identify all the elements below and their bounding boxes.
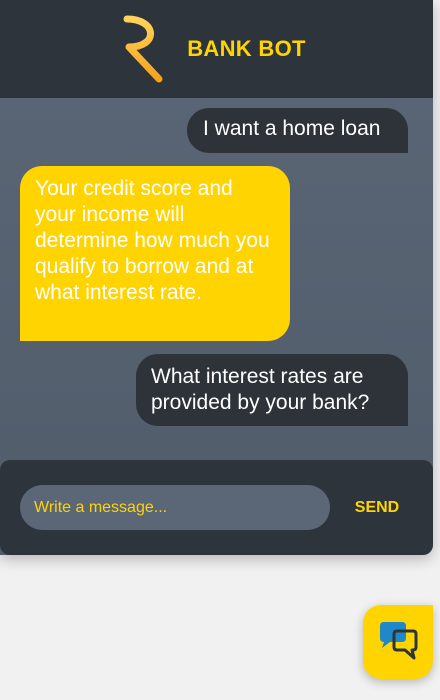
user-message: What interest rates are provided by your… [136, 354, 408, 426]
chat-bubbles-icon [380, 622, 418, 660]
composer: SEND [0, 460, 433, 555]
rupee-icon [119, 15, 167, 83]
chat-launcher-button[interactable] [363, 605, 433, 679]
chat-window: BANK BOT I want a home loan Your credit … [0, 0, 433, 555]
send-button[interactable]: SEND [346, 485, 408, 530]
user-message: I want a home loan [187, 108, 408, 153]
bot-message: Your credit score and your income will d… [20, 166, 290, 341]
message-input[interactable] [20, 485, 330, 530]
chat-header: BANK BOT [0, 0, 433, 98]
message-list: I want a home loan Your credit score and… [0, 98, 433, 460]
bot-title: BANK BOT [187, 36, 306, 61]
